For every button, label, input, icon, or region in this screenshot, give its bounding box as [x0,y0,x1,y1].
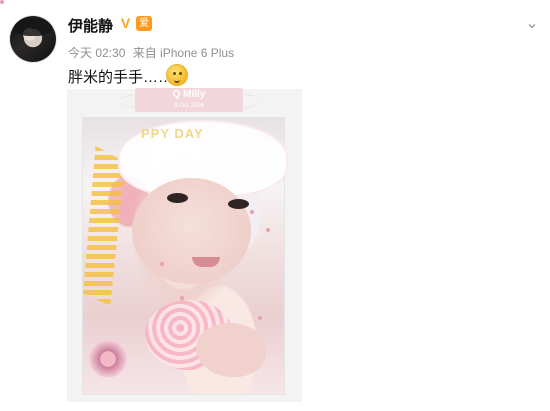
author-name[interactable]: 伊能静 [68,15,113,36]
decorative-flower [83,330,133,388]
image-frame-label: Q Milly 9 Oct 2016 [135,88,243,112]
avatar-hair [14,18,52,36]
image-overlay-date: 9 Oct 2016 [174,103,204,109]
photo-decor-text: PPY DAY [141,126,204,141]
post-time: 今天 02:30 [68,46,126,60]
baby-eye-right [228,199,249,209]
fan-badge-icon: 爱 [136,16,152,31]
chevron-down-icon[interactable]: ⌄ [523,15,541,33]
verified-icon: V [120,15,131,31]
post-meta: 今天 02:30 来自 iPhone 6 Plus [68,44,238,61]
thinking-face-emoji [166,64,188,86]
baby-eye-left [167,193,188,203]
avatar[interactable] [10,16,56,62]
baby-face [132,178,251,284]
image-overlay-name: Q Milly [172,89,206,100]
baby-hand [196,323,266,377]
post-source: 来自 iPhone 6 Plus [132,46,235,60]
